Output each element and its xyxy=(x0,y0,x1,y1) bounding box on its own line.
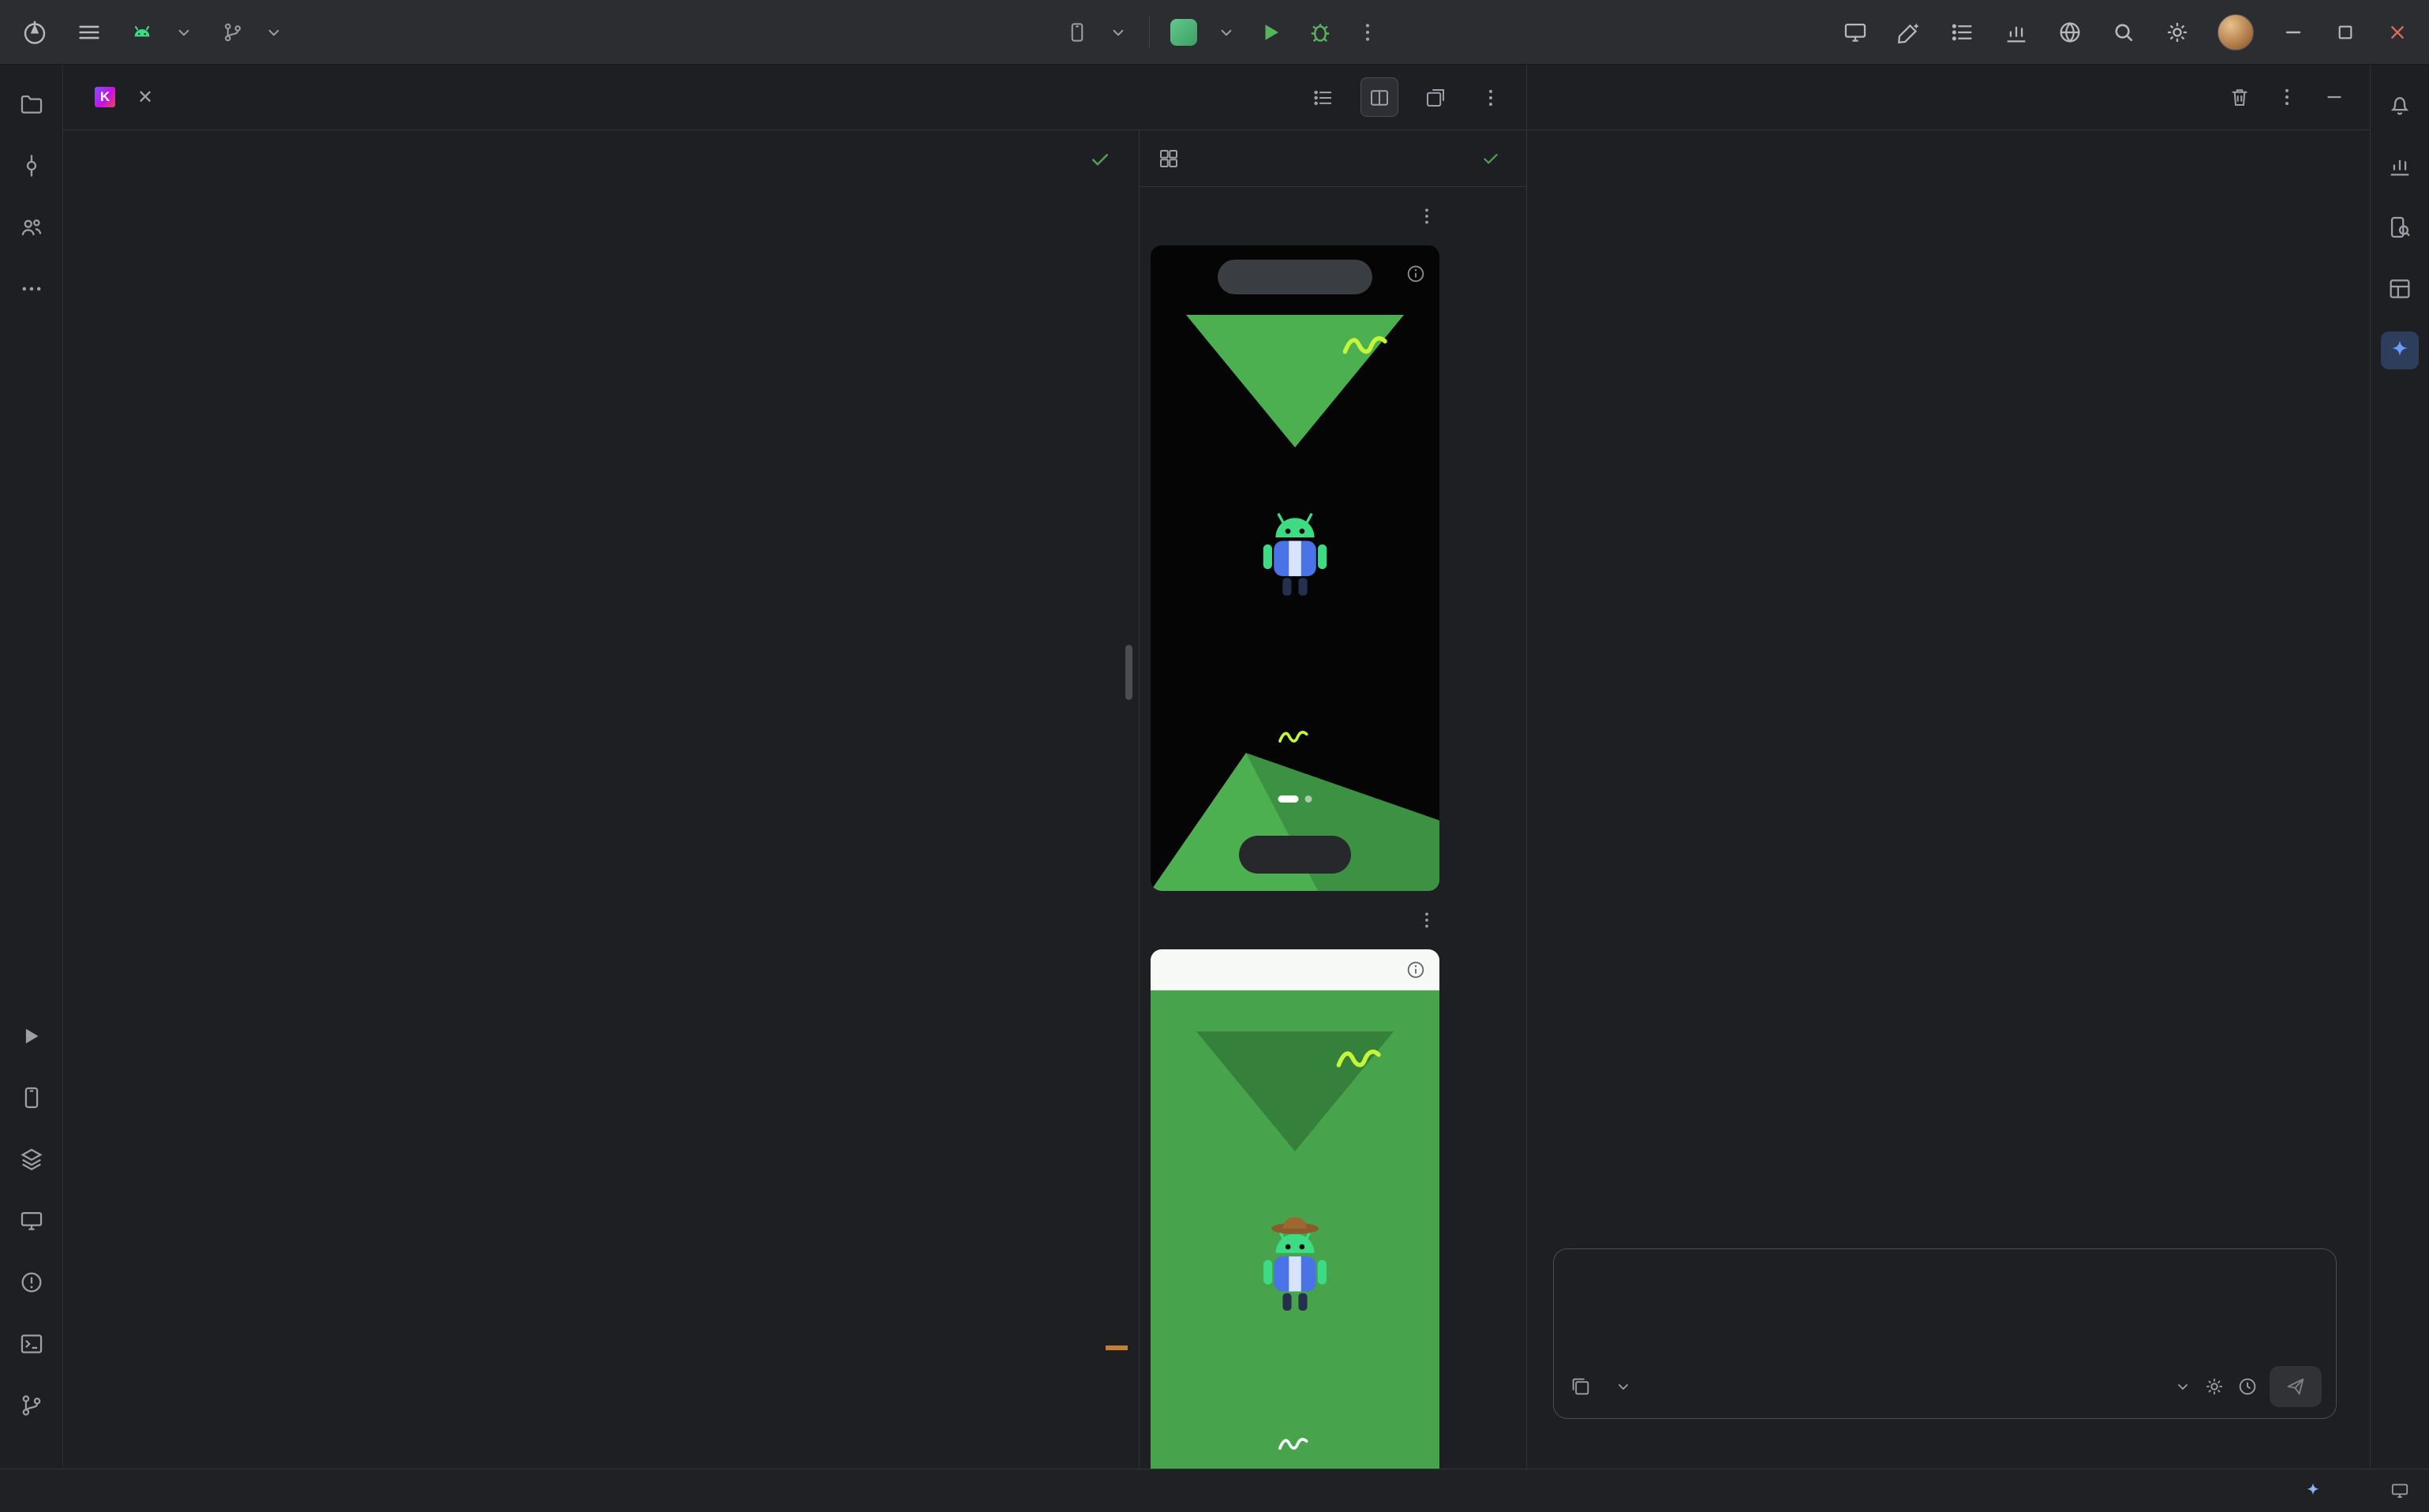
toolbar-divider xyxy=(1149,17,1150,48)
profiler-icon[interactable] xyxy=(2003,19,2030,46)
running-devices-tool-icon[interactable] xyxy=(13,1202,51,1240)
kotlin-file-icon: K xyxy=(95,87,115,107)
editor-tab-homescreen[interactable]: K ✕ xyxy=(80,65,167,129)
screen-share-icon[interactable] xyxy=(2390,1480,2410,1501)
debug-button[interactable] xyxy=(1306,18,1334,47)
preview-build-status xyxy=(1480,148,1509,169)
preview-options-icon[interactable] xyxy=(1416,909,1438,931)
project-selector[interactable] xyxy=(129,20,194,45)
chevron-down-icon xyxy=(1614,1377,1633,1396)
settings-gear-icon[interactable] xyxy=(2164,19,2191,46)
device-selector[interactable] xyxy=(1065,21,1128,44)
pull-requests-tool-icon[interactable] xyxy=(13,208,51,246)
delete-conversation-icon[interactable] xyxy=(2228,85,2251,109)
gemini-prompt-input[interactable] xyxy=(1553,1248,2337,1419)
android-studio-logo xyxy=(21,18,49,47)
code-editor[interactable] xyxy=(63,130,1139,1469)
preview-toolbar xyxy=(1140,130,1526,187)
run-button[interactable] xyxy=(1257,18,1286,47)
right-tool-stripe xyxy=(2370,65,2429,1469)
inspection-ok-icon[interactable] xyxy=(1088,148,1112,171)
gemini-input-placeholder xyxy=(1554,1249,2336,1270)
todo-list-icon[interactable] xyxy=(1949,19,1976,46)
send-button[interactable] xyxy=(2270,1366,2322,1407)
android-icon xyxy=(129,20,155,45)
editor-more-options-icon[interactable] xyxy=(1473,78,1509,116)
changed-lines-marker xyxy=(1106,1345,1128,1350)
context-stack-icon xyxy=(1570,1375,1592,1398)
app-module-icon xyxy=(1170,19,1197,46)
ai-code-actions-icon[interactable] xyxy=(1896,19,1922,46)
device-manager-tool-icon[interactable] xyxy=(13,1079,51,1117)
commit-tool-icon[interactable] xyxy=(13,147,51,185)
project-tool-icon[interactable] xyxy=(13,85,51,123)
check-icon xyxy=(1480,148,1501,169)
close-tab-icon[interactable]: ✕ xyxy=(137,86,153,109)
history-icon[interactable] xyxy=(2236,1375,2259,1398)
chevron-down-icon xyxy=(264,22,284,43)
gemini-header xyxy=(1527,65,2370,130)
chevron-down-icon xyxy=(1216,22,1237,43)
lime-squiggle-icon xyxy=(1335,1046,1387,1072)
search-everywhere-icon[interactable] xyxy=(2110,19,2137,46)
window-minimize-button[interactable] xyxy=(2281,20,2306,45)
status-bar xyxy=(0,1469,2429,1512)
chevron-down-icon xyxy=(1108,22,1128,43)
hide-panel-icon[interactable] xyxy=(2322,85,2346,109)
window-maximize-button[interactable] xyxy=(2333,20,2358,45)
pager-dots xyxy=(1278,795,1312,803)
open-in-window-icon[interactable] xyxy=(1417,78,1454,116)
compose-preview-panel xyxy=(1139,130,1526,1469)
main-menu-icon[interactable] xyxy=(76,19,103,46)
user-avatar[interactable] xyxy=(2218,14,2254,51)
preview-app-pill xyxy=(1218,260,1372,294)
gemini-body xyxy=(1527,130,2370,1469)
preview-grid-layout-icon[interactable] xyxy=(1157,147,1181,170)
git-branch-icon xyxy=(221,21,245,44)
window-close-button[interactable] xyxy=(2385,20,2410,45)
split-editor-icon[interactable] xyxy=(1360,77,1398,117)
preview-options-icon[interactable] xyxy=(1416,205,1438,227)
gemini-more-options-icon[interactable] xyxy=(2275,85,2299,109)
title-bar xyxy=(0,0,2429,65)
preview-phone-light[interactable] xyxy=(1151,949,1439,1469)
device-icon xyxy=(1065,21,1089,44)
device-mirror-icon[interactable] xyxy=(1842,19,1869,46)
gemini-tool-icon[interactable] xyxy=(2381,331,2419,369)
info-icon xyxy=(1405,263,1427,285)
lets-go-button[interactable] xyxy=(1239,836,1351,874)
lime-squiggle-icon xyxy=(1342,332,1394,359)
profiler-tool-icon[interactable] xyxy=(2381,147,2419,185)
preview-phone-dark[interactable] xyxy=(1151,245,1439,891)
editor-tab-bar: K ✕ xyxy=(63,65,1526,130)
mini-squiggle-icon xyxy=(1278,728,1312,746)
mini-squiggle-icon xyxy=(1278,1435,1312,1453)
android-bot-image xyxy=(1242,507,1348,613)
version-control-tool-icon[interactable] xyxy=(13,1387,51,1424)
branch-selector[interactable] xyxy=(221,21,284,44)
editor-list-view-icon[interactable] xyxy=(1305,78,1342,116)
build-variants-tool-icon[interactable] xyxy=(13,1140,51,1178)
run-configuration-selector[interactable] xyxy=(1170,19,1237,46)
run-tool-icon[interactable] xyxy=(13,1017,51,1055)
gemini-settings-icon[interactable] xyxy=(2203,1375,2225,1398)
problems-tool-icon[interactable] xyxy=(13,1263,51,1301)
info-icon xyxy=(1405,959,1427,981)
notifications-tool-icon[interactable] xyxy=(2381,85,2419,123)
device-explorer-tool-icon[interactable] xyxy=(2381,208,2419,246)
more-tool-windows-icon[interactable] xyxy=(13,270,51,308)
more-actions-icon[interactable] xyxy=(1355,20,1380,45)
sync-icon[interactable] xyxy=(2057,19,2083,46)
chevron-down-icon xyxy=(2173,1377,2192,1396)
editor-scrollbar[interactable] xyxy=(1125,645,1132,700)
terminal-tool-icon[interactable] xyxy=(13,1325,51,1363)
chevron-down-icon xyxy=(174,22,194,43)
gemini-panel xyxy=(1526,65,2370,1469)
android-bot-cowboy-image xyxy=(1242,1214,1348,1328)
ai-spark-icon[interactable] xyxy=(2303,1480,2323,1501)
left-tool-stripe xyxy=(0,65,63,1469)
preview-app-bar xyxy=(1151,949,1439,990)
send-icon xyxy=(2285,1375,2307,1398)
layout-inspector-tool-icon[interactable] xyxy=(2381,270,2419,308)
